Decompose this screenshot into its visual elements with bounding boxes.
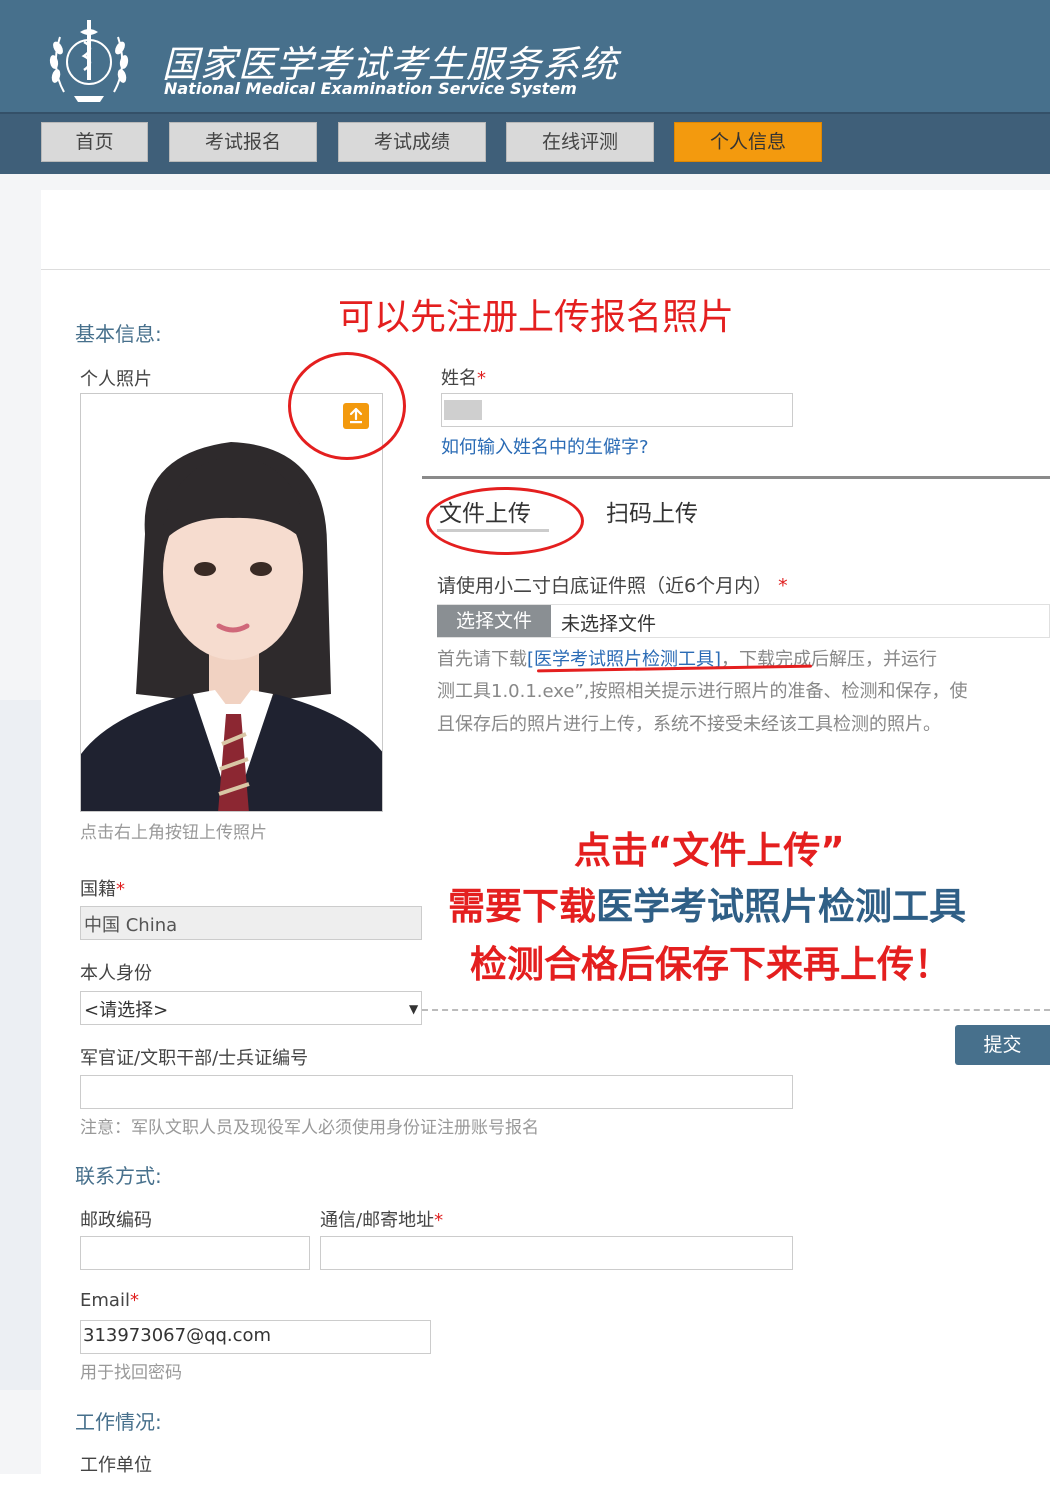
annotation-circle-upload (288, 352, 406, 460)
postcode-label: 邮政编码 (80, 1210, 152, 1231)
logo-emblem-icon (49, 20, 129, 102)
annotation-circle-file-tab (426, 487, 584, 555)
postcode-input[interactable] (80, 1236, 310, 1270)
nationality-select[interactable]: 中国 China (80, 906, 422, 940)
identity-label: 本人身份 (80, 963, 152, 984)
nav-exam-scores[interactable]: 考试成绩 (338, 122, 486, 162)
military-id-label: 军官证/文职干部/士兵证编号 (80, 1048, 309, 1069)
section-title-contact: 联系方式: (75, 1164, 162, 1188)
choose-file-button[interactable]: 选择文件 (437, 605, 551, 637)
name-input[interactable] (441, 393, 793, 427)
rare-char-help-link[interactable]: 如何输入姓名中的生僻字? (441, 433, 649, 459)
email-input[interactable]: 313973067@qq.com (80, 1320, 431, 1354)
nav-exam-registration[interactable]: 考试报名 (169, 122, 317, 162)
email-hint: 用于找回密码 (80, 1363, 182, 1383)
section-title-work: 工作情况: (75, 1410, 162, 1434)
address-label: 通信/邮寄地址* (320, 1210, 444, 1231)
photo-requirement: 请使用小二寸白底证件照（近6个月内） * (437, 575, 788, 597)
identity-select[interactable]: <请选择> (80, 991, 422, 1025)
section-title-basic-info: 基本信息: (75, 322, 162, 346)
military-id-input[interactable] (80, 1075, 793, 1109)
no-file-chosen-text: 未选择文件 (561, 613, 657, 635)
photo-upload-panel (422, 476, 1050, 1011)
annotation-line-3: 检测合格后保存下来再上传！ (470, 943, 951, 986)
photo-hint: 点击右上角按钮上传照片 (80, 823, 267, 843)
submit-button[interactable]: 提交 (955, 1025, 1050, 1065)
annotation-top-note: 可以先注册上传报名照片 (338, 297, 735, 338)
name-label: 姓名* (441, 368, 486, 389)
nationality-label: 国籍* (80, 879, 125, 900)
military-note: 注意：军队文职人员及现役军人必须使用身份证注册账号报名 (80, 1118, 539, 1138)
tab-scan-upload[interactable]: 扫码上传 (606, 494, 698, 528)
email-label: Email* (80, 1290, 139, 1311)
nav-home[interactable]: 首页 (41, 122, 148, 162)
content-top-band (41, 174, 1050, 190)
instruction-line-2: 测工具1.0.1.exe”,按照相关提示进行照片的准备、检测和保存，使 (437, 681, 968, 702)
annotation-line-2: 需要下载医学考试照片检测工具 (448, 885, 966, 928)
photo-label: 个人照片 (80, 369, 152, 390)
left-gutter-shade (0, 700, 41, 1390)
redacted-name-block (444, 400, 482, 420)
chevron-down-icon: ▼ (409, 1002, 419, 1016)
address-input[interactable] (320, 1236, 793, 1270)
site-subtitle: National Medical Examination Service Sys… (164, 79, 577, 98)
annotation-line-1: 点击“文件上传” (574, 829, 845, 872)
nav-personal-info[interactable]: 个人信息 (674, 122, 822, 162)
instruction-line-3: 且保存后的照片进行上传，系统不接受未经该工具检测的照片。 (437, 714, 941, 735)
nav-online-assessment[interactable]: 在线评测 (506, 122, 654, 162)
employer-label: 工作单位 (80, 1455, 152, 1476)
content-divider (41, 269, 1050, 270)
